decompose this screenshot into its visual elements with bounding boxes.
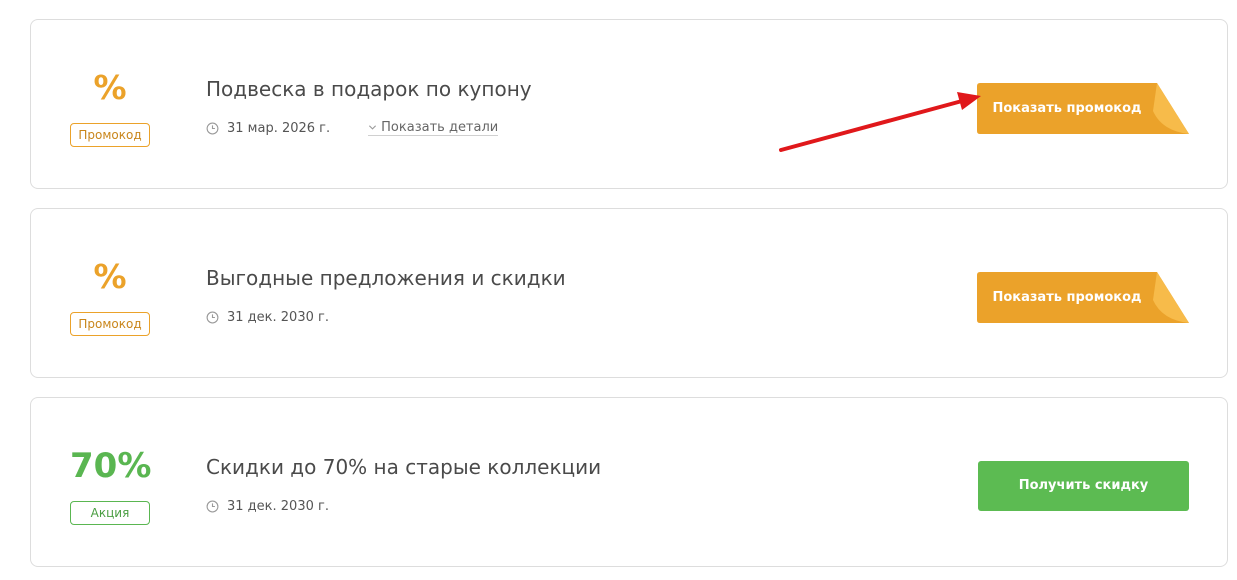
show-details-link[interactable]: Показать детали [368,120,499,136]
coupon-badge: % Промокод [70,20,150,188]
coupon-value: 70% [70,446,152,486]
show-promocode-button[interactable]: Показать промокод [977,83,1189,134]
chevron-down-icon [369,125,377,130]
coupon-meta: 31 мар. 2026 г. Показать детали [206,118,499,138]
coupon-card: % Промокод Выгодные предложения и скидки… [30,208,1228,378]
clock-icon [206,122,219,134]
coupon-card: 70% Акция Скидки до 70% на старые коллек… [30,397,1228,567]
coupon-title[interactable]: Скидки до 70% на старые коллекции [206,454,601,480]
coupon-type-label: Акция [70,501,150,525]
coupon-type-label: Промокод [70,123,150,147]
show-promocode-button[interactable]: Показать промокод [977,272,1189,323]
coupon-badge: 70% Акция [70,398,152,566]
coupon-meta: 31 дек. 2030 г. [206,307,329,327]
coupon-type-label: Промокод [70,312,150,336]
coupon-meta: 31 дек. 2030 г. [206,496,329,516]
get-discount-button[interactable]: Получить скидку [978,461,1189,511]
coupon-expiry-date: 31 дек. 2030 г. [227,309,329,325]
clock-icon [206,311,219,323]
coupon-value: % [93,257,127,296]
coupon-value: % [93,68,127,107]
coupon-title[interactable]: Подвеска в подарок по купону [206,76,532,102]
show-promocode-label: Показать промокод [992,101,1142,116]
show-details-label: Показать детали [381,120,499,135]
coupon-badge: % Промокод [70,209,150,377]
coupon-card: % Промокод Подвеска в подарок по купону … [30,19,1228,189]
coupon-title[interactable]: Выгодные предложения и скидки [206,265,566,291]
show-promocode-label: Показать промокод [992,290,1142,305]
coupon-expiry-date: 31 дек. 2030 г. [227,498,329,514]
clock-icon [206,500,219,512]
coupon-expiry-date: 31 мар. 2026 г. [227,120,331,136]
